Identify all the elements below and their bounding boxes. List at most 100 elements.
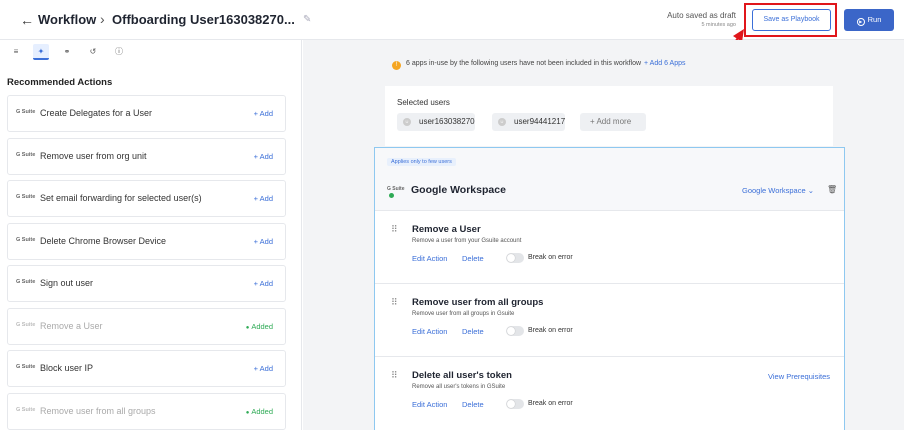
action-card: G Suite Create Delegates for a User + Ad… — [7, 95, 286, 132]
drag-handle-icon[interactable]: ⠿ — [391, 225, 398, 239]
break-on-error-label: Break on error — [528, 254, 573, 261]
action-card: G Suite Remove user from org unit + Add — [7, 138, 286, 175]
view-prerequisites-link[interactable]: View Prerequisites — [768, 372, 830, 381]
step-description: Remove user from all groups in Gsuite — [412, 311, 515, 317]
app-name: Google Workspace — [411, 184, 506, 196]
user-chip[interactable]: Uuser163038270 — [397, 113, 475, 131]
app-select-label: Google Workspace — [742, 186, 806, 195]
break-on-error-toggle[interactable] — [506, 326, 524, 336]
action-card: G Suite Set email forwarding for selecte… — [7, 180, 286, 217]
toggle-knob — [507, 254, 515, 262]
app-select-dropdown[interactable]: Google Workspace ⌄ — [742, 186, 814, 195]
add-action-button[interactable]: + Add — [254, 109, 273, 118]
gsuite-logo-icon: G Suite — [16, 152, 36, 158]
delete-link[interactable]: Delete — [462, 254, 484, 263]
trash-icon[interactable]: 🗑 — [827, 185, 837, 194]
user-chip-label: user94441217 — [514, 117, 566, 126]
autosave-status: Auto saved as draft 5 minutes ago — [640, 11, 736, 28]
added-badge: Added — [246, 407, 273, 416]
toggle-knob — [507, 400, 515, 408]
user-chip-label: user163038270 — [419, 117, 475, 126]
action-card: G Suite Sign out user + Add — [7, 265, 286, 302]
action-label: Remove user from org unit — [40, 151, 147, 161]
add-apps-link[interactable]: + Add 6 Apps — [644, 60, 685, 67]
action-card: G Suite Remove a User Added — [7, 308, 286, 345]
add-action-button[interactable]: + Add — [254, 279, 273, 288]
help-icon[interactable]: ⓘ — [111, 44, 127, 60]
gsuite-logo-icon: G Suite — [16, 194, 36, 200]
app-step-card: Applies only to few users G Suite Google… — [374, 147, 845, 430]
edit-action-link[interactable]: Edit Action — [412, 400, 447, 409]
sparkle-icon[interactable]: ✦ — [33, 44, 49, 60]
action-card: G Suite Delete Chrome Browser Device + A… — [7, 223, 286, 260]
action-label: Sign out user — [40, 278, 94, 288]
run-button[interactable]: ▶ Run — [844, 9, 894, 31]
page-title: Offboarding User163038270... — [112, 12, 295, 27]
add-action-button[interactable]: + Add — [254, 364, 273, 373]
apps-notice: ! 6 apps in-use by the following users ha… — [392, 60, 685, 70]
edit-action-link[interactable]: Edit Action — [412, 327, 447, 336]
gsuite-logo-icon: G Suite — [16, 322, 36, 328]
autosave-time: 5 minutes ago — [701, 22, 736, 28]
history-icon[interactable]: ↺ — [85, 44, 101, 60]
action-label: Set email forwarding for selected user(s… — [40, 193, 202, 203]
added-badge: Added — [246, 322, 273, 331]
breadcrumb-workflow[interactable]: Workflow — [38, 12, 96, 27]
step-description: Remove all user's tokens in GSuite — [412, 384, 506, 390]
workflow-step: ⠿ Remove a User Remove a user from your … — [375, 212, 844, 284]
drag-handle-icon[interactable]: ⠿ — [391, 371, 398, 385]
add-action-button[interactable]: + Add — [254, 152, 273, 161]
workflow-step: ⠿ Remove user from all groups Remove use… — [375, 285, 844, 357]
step-description: Remove a user from your Gsuite account — [412, 238, 522, 244]
break-on-error-label: Break on error — [528, 400, 573, 407]
action-card: G Suite Remove user from all groups Adde… — [7, 393, 286, 430]
pencil-icon[interactable]: ✎ — [303, 14, 311, 25]
gsuite-logo-icon: G Suite — [16, 407, 36, 413]
status-dot — [389, 193, 394, 198]
action-label: Remove user from all groups — [40, 406, 156, 416]
break-on-error-toggle[interactable] — [506, 253, 524, 263]
selected-users-title: Selected users — [397, 98, 450, 107]
user-avatar-icon: U — [498, 118, 506, 126]
edit-action-link[interactable]: Edit Action — [412, 254, 447, 263]
gsuite-logo-icon: G Suite — [16, 364, 36, 370]
applies-badge: Applies only to few users — [387, 158, 456, 166]
selected-users-card: Selected users Uuser163038270 Uuser94441… — [385, 86, 833, 146]
action-label: Block user IP — [40, 363, 94, 373]
recommended-actions-title: Recommended Actions — [7, 77, 113, 88]
delete-link[interactable]: Delete — [462, 400, 484, 409]
top-header: ← Workflow › Offboarding User163038270..… — [0, 0, 904, 40]
add-action-button[interactable]: + Add — [254, 237, 273, 246]
play-icon: ▶ — [856, 18, 865, 26]
workflow-step: ⠿ Delete all user's token Remove all use… — [375, 358, 844, 430]
delete-link[interactable]: Delete — [462, 327, 484, 336]
gsuite-logo-icon: G Suite — [16, 237, 36, 243]
step-name: Remove a User — [412, 224, 481, 235]
user-chip[interactable]: Uuser94441217 — [492, 113, 566, 131]
link-icon[interactable]: ⚭ — [59, 44, 75, 60]
break-on-error-toggle[interactable] — [506, 399, 524, 409]
logo-text: G Suite — [387, 186, 405, 192]
run-label: Run — [867, 15, 882, 24]
chevron-down-icon: ⌄ — [807, 186, 815, 195]
action-card: G Suite Block user IP + Add — [7, 350, 286, 387]
add-more-users-button[interactable]: + Add more — [580, 113, 646, 131]
toggle-knob — [507, 327, 515, 335]
app-card-header: Applies only to few users G Suite Google… — [375, 148, 844, 211]
user-avatar-icon: U — [403, 118, 411, 126]
notice-text: 6 apps in-use by the following users hav… — [406, 60, 642, 67]
action-label: Remove a User — [40, 321, 103, 331]
add-action-button[interactable]: + Add — [254, 194, 273, 203]
save-as-playbook-button[interactable]: Save as Playbook — [752, 9, 831, 31]
list-icon[interactable]: ≡ — [8, 44, 24, 60]
gsuite-logo-icon: G Suite — [16, 109, 36, 115]
back-arrow-icon[interactable]: ← — [20, 12, 34, 28]
autosave-text: Auto saved as draft — [667, 11, 736, 20]
step-name: Remove user from all groups — [412, 297, 544, 308]
drag-handle-icon[interactable]: ⠿ — [391, 298, 398, 312]
action-label: Create Delegates for a User — [40, 108, 153, 118]
gsuite-logo-icon: G Suite — [16, 279, 36, 285]
break-on-error-label: Break on error — [528, 327, 573, 334]
action-label: Delete Chrome Browser Device — [40, 236, 167, 246]
left-panel: ≡ ✦ ⚭ ↺ ⓘ Recommended Actions G Suite Cr… — [0, 40, 302, 430]
